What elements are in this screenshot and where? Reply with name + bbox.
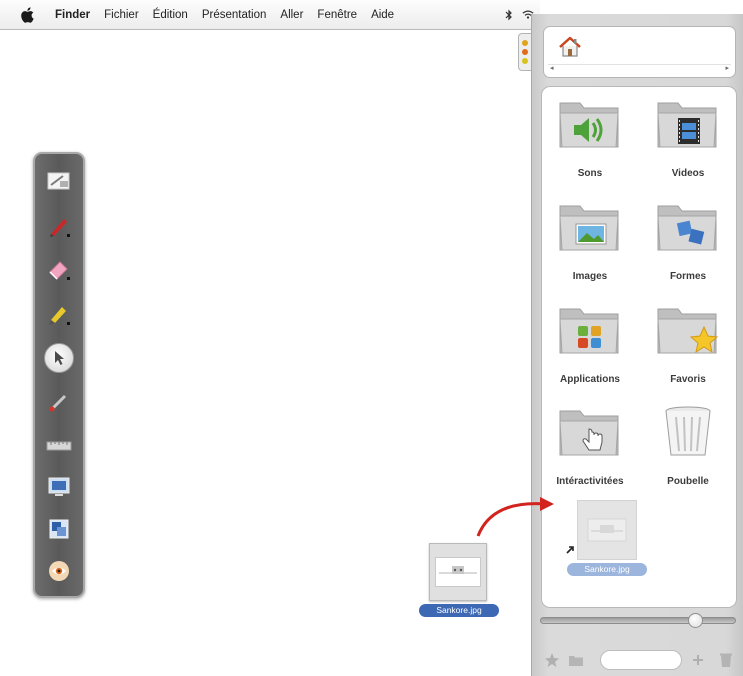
home-icon[interactable] [558,36,582,58]
favorite-star-icon[interactable] [544,652,560,668]
board-background-tool[interactable] [42,164,76,198]
favorites-folder-icon [657,308,719,354]
library-item-formes[interactable]: Formes [640,190,736,290]
library-item-interactivites[interactable]: Intéractivitées [542,395,638,495]
applications-folder-icon [559,308,619,354]
eraser-tool[interactable] [42,252,76,286]
capture-tool[interactable] [42,470,76,504]
shapes-folder-icon [657,205,717,251]
alias-arrow-icon [566,546,574,554]
magnifier-icon [49,519,69,539]
cursor-arrow-icon [55,351,64,365]
library-item-label: Sons [577,168,603,179]
library-search-field[interactable] [600,650,682,670]
tab-dot [522,58,528,64]
view-tool[interactable] [42,554,76,588]
interactivity-folder-icon [559,410,619,456]
board-icon [47,172,70,190]
highlighter-icon [49,307,70,325]
video-folder-icon [657,102,717,148]
menu-presentation[interactable]: Présentation [195,9,274,21]
library-item-label: Favoris [670,374,706,385]
tool-palette [33,152,85,598]
desktop-file-label[interactable]: Sankore.jpg [419,604,499,617]
library-item-poubelle[interactable]: Poubelle [640,395,736,495]
screen-capture-icon [48,477,70,496]
library-bottom-toolbar [540,648,740,672]
ruler-tool[interactable] [42,429,76,463]
eye-icon [49,561,69,581]
menu-bar: Finder Fichier Édition Présentation Alle… [0,0,540,30]
library-item-favoris[interactable]: Favoris [640,293,736,393]
image-thumbnail-icon [435,557,481,587]
library-item-sons[interactable]: Sons [542,87,638,187]
laser-pointer-tool[interactable] [42,385,76,419]
library-item-images[interactable]: Images [542,190,638,290]
desktop-file[interactable] [429,543,487,601]
menu-fichier[interactable]: Fichier [97,9,146,21]
pen-icon [50,219,70,237]
library-item-label: Applications [559,374,620,385]
library-item-label: Videos [671,168,705,179]
drag-arrow-icon [476,497,554,537]
library-item-label: Intéractivitées [556,476,624,487]
add-icon[interactable] [690,652,706,668]
library-dropped-file[interactable] [577,500,637,560]
scroll-right-arrow[interactable]: ▸ [725,64,729,73]
trash-icon [665,406,711,456]
menu-fenetre[interactable]: Fenêtre [310,9,364,21]
ruler-icon [46,441,72,451]
menu-aller[interactable]: Aller [273,9,310,21]
tab-dot [522,49,528,55]
tab-dot [522,40,528,46]
bluetooth-icon[interactable] [503,9,515,21]
laser-pointer-icon [49,394,67,412]
library-item-videos[interactable]: Videos [640,87,736,187]
apple-logo-icon[interactable] [18,5,38,25]
selector-highlight [44,343,74,373]
menu-edition[interactable]: Édition [146,9,195,21]
selector-tool[interactable] [42,341,76,375]
marker-tool[interactable] [42,297,76,331]
library-grid: Sons Videos Images Formes Applications F… [541,86,737,608]
library-navigation-bar: ◂ ▸ [543,26,736,78]
library-item-applications[interactable]: Applications [542,293,638,393]
library-dropped-file-label[interactable]: Sankore.jpg [567,563,647,576]
new-folder-icon[interactable] [568,652,584,668]
images-folder-icon [559,205,619,251]
scroll-left-arrow[interactable]: ◂ [550,64,554,73]
library-item-label: Poubelle [667,476,709,487]
pen-tool[interactable] [42,209,76,243]
sound-folder-icon [559,102,619,148]
menu-finder[interactable]: Finder [48,9,97,21]
library-item-label: Formes [669,271,707,282]
library-zoom-slider[interactable] [540,617,736,624]
zoom-tool[interactable] [42,512,76,546]
breadcrumb-scrollbar[interactable] [548,64,731,73]
eraser-icon [49,261,70,280]
library-collapse-tab[interactable] [518,33,531,71]
image-thumbnail-icon [587,518,627,542]
delete-icon[interactable] [718,652,734,668]
library-item-label: Images [572,271,608,282]
menu-aide[interactable]: Aide [364,9,401,21]
